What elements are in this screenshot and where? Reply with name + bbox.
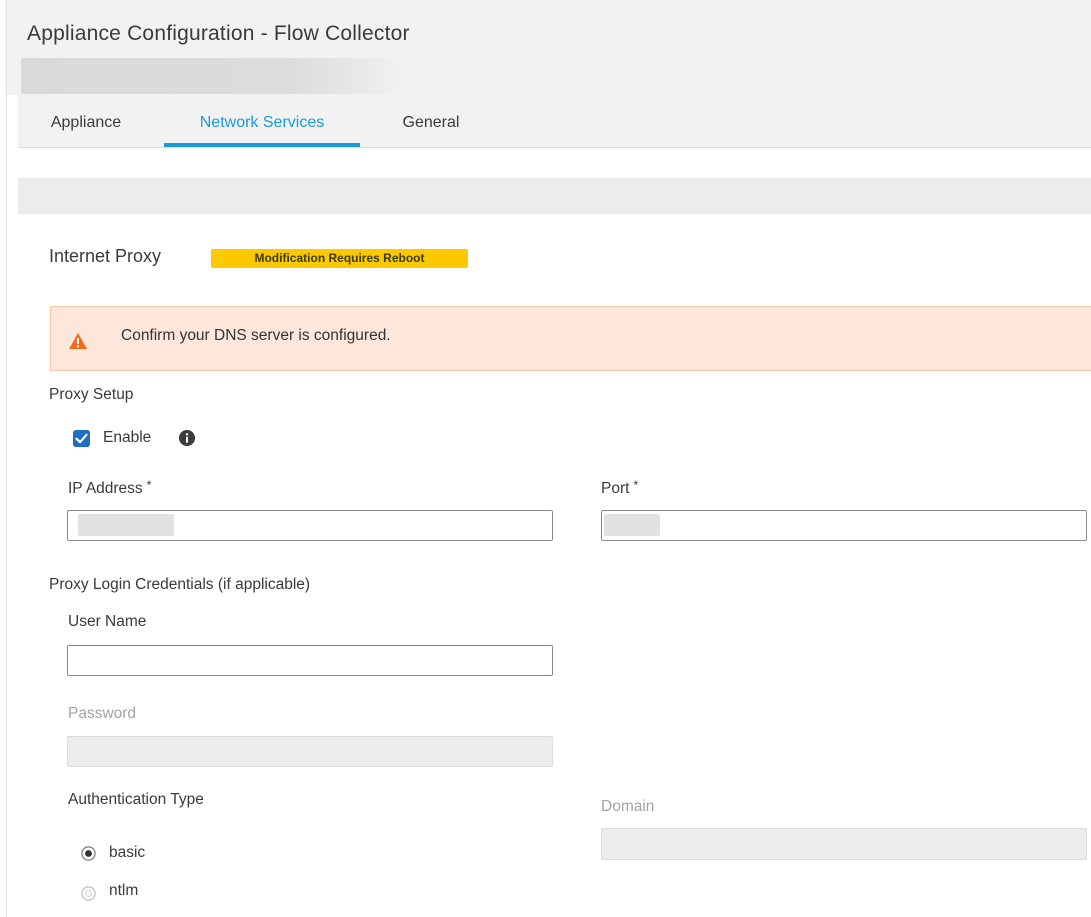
user-name-input[interactable] bbox=[67, 645, 553, 676]
section-title: Internet Proxy bbox=[49, 246, 162, 266]
auth-ntlm-radio[interactable] bbox=[81, 886, 96, 901]
left-edge bbox=[0, 0, 7, 917]
auth-basic-radio[interactable] bbox=[81, 846, 96, 861]
proxy-setup-label: Proxy Setup bbox=[49, 386, 134, 403]
enable-label: Enable bbox=[103, 429, 152, 446]
auth-basic-label: basic bbox=[109, 844, 146, 861]
page-title: Appliance Configuration - Flow Collector bbox=[27, 22, 410, 45]
port-label: Port * bbox=[601, 478, 639, 497]
reboot-required-badge: Modification Requires Reboot bbox=[211, 249, 468, 268]
info-icon[interactable] bbox=[179, 430, 195, 446]
user-name-label: User Name bbox=[68, 613, 147, 630]
tab-network-services[interactable]: Network Services bbox=[164, 95, 360, 147]
toolbar-spacer bbox=[18, 148, 1091, 178]
dns-warning-alert: Confirm your DNS server is configured. bbox=[50, 306, 1091, 371]
port-input[interactable] bbox=[601, 510, 1087, 541]
redacted-port-value bbox=[604, 514, 660, 536]
ip-address-label: IP Address * bbox=[68, 478, 152, 497]
tab-bar: Appliance Network Services General bbox=[18, 95, 1091, 148]
tab-appliance[interactable]: Appliance bbox=[38, 95, 134, 147]
internet-proxy-panel: Internet Proxy Modification Requires Reb… bbox=[18, 214, 1091, 917]
warning-triangle-icon bbox=[69, 333, 87, 349]
required-marker: * bbox=[633, 478, 639, 492]
authentication-type-label: Authentication Type bbox=[68, 791, 204, 808]
password-input bbox=[67, 736, 553, 767]
redacted-ip-value bbox=[78, 514, 174, 536]
blurred-subtitle bbox=[21, 58, 401, 94]
ip-address-input[interactable] bbox=[67, 510, 553, 541]
alert-text: Confirm your DNS server is configured. bbox=[121, 327, 391, 344]
auth-ntlm-label: ntlm bbox=[109, 882, 139, 899]
domain-input bbox=[601, 828, 1087, 860]
required-marker: * bbox=[146, 478, 152, 492]
appliance-configuration-page: Appliance Configuration - Flow Collector… bbox=[0, 0, 1091, 917]
page-header: Appliance Configuration - Flow Collector bbox=[7, 0, 1091, 95]
domain-label: Domain bbox=[601, 798, 655, 815]
tab-general[interactable]: General bbox=[386, 95, 476, 147]
enable-checkbox[interactable] bbox=[73, 430, 90, 447]
proxy-credentials-label: Proxy Login Credentials (if applicable) bbox=[49, 576, 311, 593]
section-divider bbox=[18, 178, 1091, 214]
password-label: Password bbox=[68, 705, 137, 722]
